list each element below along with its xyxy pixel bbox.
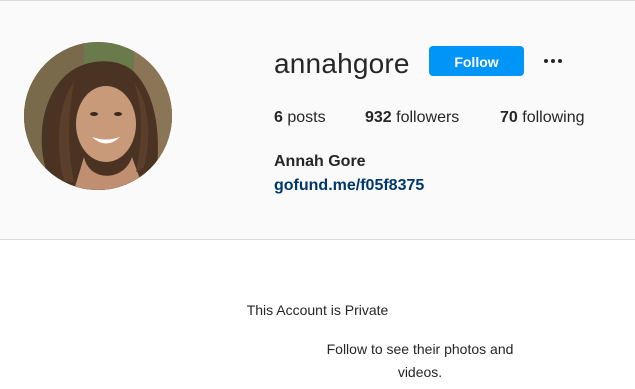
private-account-subtitle: Follow to see their photos and videos. (326, 341, 514, 380)
profile-link[interactable]: gofund.me/f05f8375 (274, 177, 424, 195)
followers-count: 932 (365, 109, 392, 126)
follow-button[interactable]: Follow (429, 46, 524, 76)
avatar-image (24, 42, 172, 190)
more-horizontal-icon (544, 59, 548, 63)
private-account-title: This Account is Private (246, 302, 389, 318)
following-count: 70 (500, 109, 518, 126)
stat-followers[interactable]: 932 followers (365, 109, 459, 127)
posts-label: posts (287, 109, 326, 126)
followers-label: followers (396, 109, 460, 126)
stat-following[interactable]: 70 following (500, 109, 585, 127)
profile-header: annahgore Follow 6 posts 932 followers 7… (0, 0, 635, 240)
posts-count: 6 (274, 109, 283, 126)
profile-full-name: Annah Gore (274, 153, 366, 170)
avatar[interactable] (24, 42, 172, 190)
following-label: following (522, 109, 585, 126)
more-options-button[interactable] (540, 49, 566, 73)
more-horizontal-icon (558, 59, 562, 63)
more-horizontal-icon (551, 59, 555, 63)
stat-posts: 6 posts (274, 109, 326, 127)
profile-username: annahgore (274, 48, 410, 79)
